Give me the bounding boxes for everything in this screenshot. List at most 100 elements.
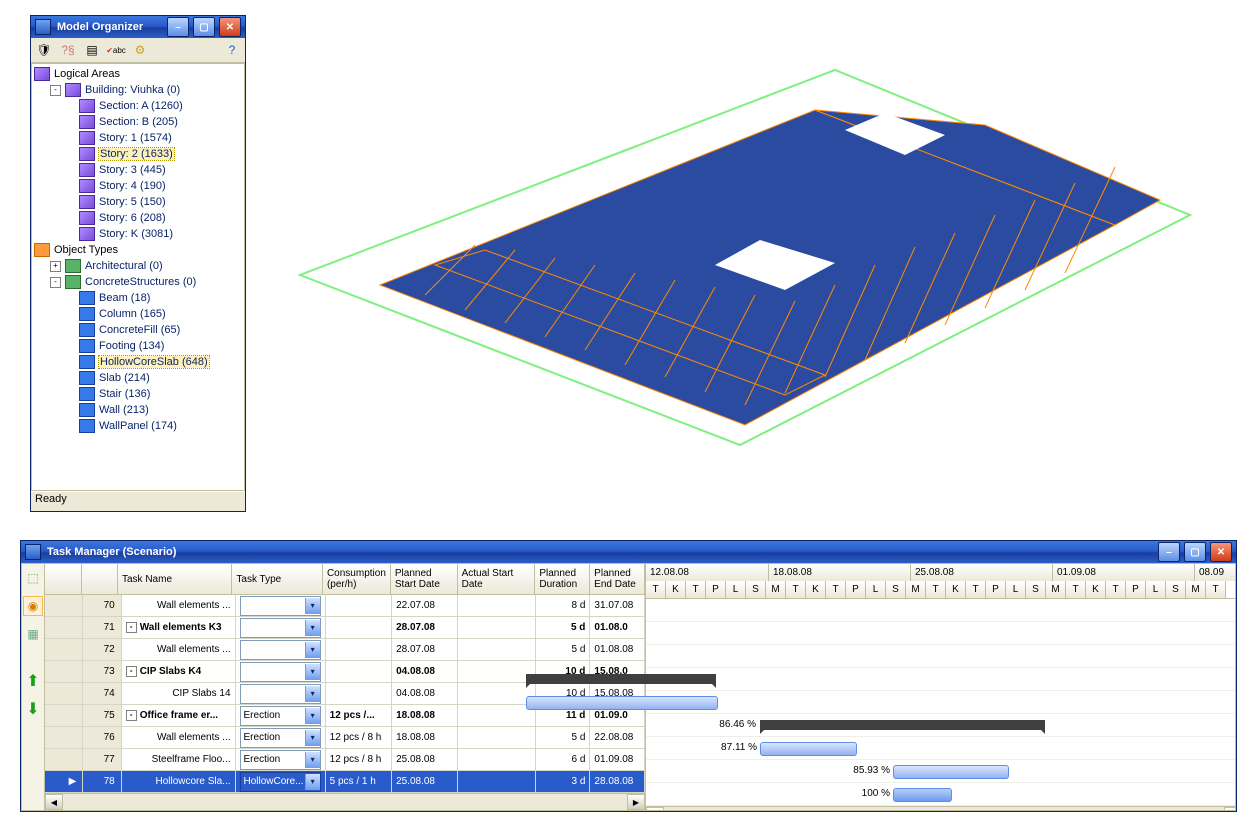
gantt-row[interactable]	[646, 645, 1236, 668]
filter-icon[interactable]: ▦	[23, 624, 43, 644]
tree-node[interactable]: Wall (213)	[32, 402, 244, 418]
cell-planned-end[interactable]: 31.07.08	[590, 595, 645, 617]
page-icon[interactable]: ▤	[83, 41, 101, 59]
scroll-right[interactable]: ▶	[627, 794, 645, 810]
chevron-down-icon[interactable]	[305, 708, 320, 724]
cell-planned-start[interactable]: 25.08.08	[392, 771, 458, 793]
cell-tasktype[interactable]: Erection	[236, 727, 326, 749]
cell-tasktype[interactable]: Erection	[236, 749, 326, 771]
col-duration[interactable]: Planned Duration	[535, 564, 590, 595]
chevron-down-icon[interactable]	[305, 686, 320, 702]
table-row[interactable]: 70Wall elements ...22.07.088 d31.07.08	[45, 595, 645, 617]
tasktype-combo[interactable]: HollowCore...	[240, 772, 321, 792]
expand-toggle[interactable]: -	[50, 277, 61, 288]
cell-consumption[interactable]	[326, 595, 392, 617]
tree-node[interactable]: -ConcreteStructures (0)	[32, 274, 244, 290]
cell-tasktype[interactable]	[236, 639, 326, 661]
cell-actual-start[interactable]	[458, 771, 535, 793]
col-tasktype[interactable]: Task Type	[232, 564, 323, 595]
gear-icon[interactable]: ⚙	[131, 41, 149, 59]
cell-planned-start[interactable]: 28.07.08	[392, 639, 458, 661]
maximize-button[interactable]: ▢	[193, 17, 215, 37]
question-icon[interactable]: ?	[223, 41, 241, 59]
tree-node[interactable]: Section: B (205)	[32, 114, 244, 130]
tasktype-combo[interactable]	[240, 640, 321, 660]
task-bar[interactable]: 85.93 %	[893, 765, 1009, 779]
cell-planned-start[interactable]: 18.08.08	[392, 705, 458, 727]
select-icon[interactable]: ⬚	[23, 568, 43, 588]
cell-taskname[interactable]: -Office frame er...	[122, 705, 236, 727]
gantt-row[interactable]	[646, 599, 1236, 622]
gantt-row[interactable]	[646, 668, 1236, 691]
chevron-down-icon[interactable]	[305, 730, 320, 746]
cell-tasktype[interactable]	[236, 661, 326, 683]
cell-tasktype[interactable]	[236, 595, 326, 617]
cell-duration[interactable]: 5 d	[536, 727, 591, 749]
model-viewport[interactable]	[265, 15, 1215, 485]
cell-taskname[interactable]: Wall elements ...	[122, 727, 236, 749]
close-button[interactable]: ✕	[219, 17, 241, 37]
chevron-down-icon[interactable]	[305, 752, 320, 768]
chevron-down-icon[interactable]	[305, 598, 320, 614]
cell-consumption[interactable]	[326, 617, 392, 639]
cell-taskname[interactable]: -CIP Slabs K4	[122, 661, 236, 683]
chevron-down-icon[interactable]	[305, 774, 320, 790]
shield-icon[interactable]: 🛡	[35, 41, 53, 59]
gantt-row[interactable]: 86.46 %	[646, 714, 1236, 737]
tree-node[interactable]: Slab (214)	[32, 370, 244, 386]
move-down-button[interactable]: ⬇	[23, 700, 43, 720]
cell-tasktype[interactable]	[236, 683, 326, 705]
summary-bar[interactable]	[526, 674, 716, 684]
cell-duration[interactable]: 8 d	[536, 595, 591, 617]
help-icon[interactable]: ?§	[59, 41, 77, 59]
maximize-button[interactable]: ▢	[1184, 542, 1206, 562]
tree-node[interactable]: Story: 1 (1574)	[32, 130, 244, 146]
cell-actual-start[interactable]	[458, 705, 535, 727]
table-row[interactable]: 72Wall elements ...28.07.085 d01.08.08	[45, 639, 645, 661]
tasktype-combo[interactable]	[240, 662, 321, 682]
gantt-scrollbar[interactable]: ◀ ▶	[646, 806, 1236, 811]
table-row[interactable]: 76Wall elements ...Erection12 pcs / 8 h1…	[45, 727, 645, 749]
cell-taskname[interactable]: Wall elements ...	[122, 639, 236, 661]
cell-consumption[interactable]: 12 pcs / 8 h	[326, 749, 392, 771]
task-bar[interactable]: 87.11 %	[760, 742, 857, 756]
cell-taskname[interactable]: CIP Slabs 14	[122, 683, 236, 705]
cell-planned-start[interactable]: 04.08.08	[392, 683, 458, 705]
expand-toggle[interactable]: -	[126, 710, 137, 721]
cell-actual-start[interactable]	[458, 683, 535, 705]
tree-node[interactable]: Story: K (3081)	[32, 226, 244, 242]
cell-taskname[interactable]: Steelframe Floo...	[122, 749, 236, 771]
tasktype-combo[interactable]: Erection	[240, 706, 321, 726]
cell-duration[interactable]: 5 d	[536, 617, 591, 639]
cell-actual-start[interactable]	[458, 639, 535, 661]
tasktype-combo[interactable]	[240, 596, 321, 616]
expand-toggle[interactable]: +	[50, 261, 61, 272]
cell-actual-start[interactable]	[458, 617, 535, 639]
col-taskname[interactable]: Task Name	[118, 564, 232, 595]
cell-taskname[interactable]: Hollowcore Sla...	[122, 771, 236, 793]
cell-consumption[interactable]: 5 pcs / 1 h	[326, 771, 392, 793]
tree-node[interactable]: -Building: Viuhka (0)	[32, 82, 244, 98]
summary-bar[interactable]: 86.46 %	[760, 720, 1045, 730]
tree-node[interactable]: Story: 3 (445)	[32, 162, 244, 178]
cell-duration[interactable]: 3 d	[536, 771, 591, 793]
col-actual-start[interactable]: Actual Start Date	[458, 564, 536, 595]
cell-consumption[interactable]	[326, 639, 392, 661]
chevron-down-icon[interactable]	[305, 620, 320, 636]
cell-planned-end[interactable]: 28.08.08	[590, 771, 645, 793]
cell-planned-end[interactable]: 01.09.08	[590, 749, 645, 771]
tree-node[interactable]: Story: 6 (208)	[32, 210, 244, 226]
tasktype-combo[interactable]: Erection	[240, 728, 321, 748]
table-row[interactable]: 71-Wall elements K328.07.085 d01.08.0	[45, 617, 645, 639]
tree-node[interactable]: Story: 5 (150)	[32, 194, 244, 210]
tree-node[interactable]: +Architectural (0)	[32, 258, 244, 274]
tree-node[interactable]: Story: 4 (190)	[32, 178, 244, 194]
gantt-row[interactable]	[646, 691, 1236, 714]
scroll-right[interactable]: ▶	[1224, 807, 1236, 811]
gantt-row[interactable]: 85.93 %	[646, 760, 1236, 783]
cell-duration[interactable]: 6 d	[536, 749, 591, 771]
cell-actual-start[interactable]	[458, 595, 535, 617]
link-icon[interactable]: ◉	[23, 596, 43, 616]
cell-tasktype[interactable]: Erection	[236, 705, 326, 727]
tasktype-combo[interactable]	[240, 684, 321, 704]
